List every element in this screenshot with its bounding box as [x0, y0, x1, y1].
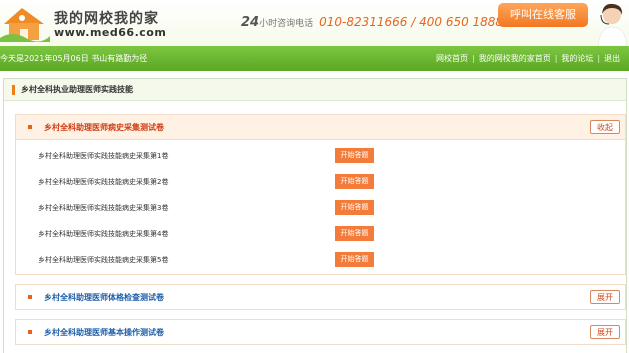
quiz-name: 乡村全科助理医师实践技能病史采集第2卷: [38, 178, 169, 186]
section-title[interactable]: 乡村全科助理医师病史采集测试卷: [44, 115, 164, 140]
quiz-name: 乡村全科助理医师实践技能病史采集第3卷: [38, 204, 169, 212]
nav-separator: |: [554, 54, 558, 63]
house-logo-icon[interactable]: [0, 2, 50, 42]
hotline-label: 小时咨询电话: [259, 19, 314, 29]
section-header[interactable]: 乡村全科助理医师病史采集测试卷 收起: [16, 115, 625, 140]
section-basic-operation: 乡村全科助理医师基本操作测试卷 展开: [15, 319, 626, 345]
page-title-bar: 乡村全科执业助理医师实践技能: [4, 79, 626, 101]
section-physical-exam: 乡村全科助理医师体格检查测试卷 展开: [15, 284, 626, 310]
start-quiz-button[interactable]: 开始答题: [335, 148, 374, 163]
hotline: 24小时咨询电话 010-82311666 / 400 650 1888: [241, 15, 503, 30]
expand-button[interactable]: 展开: [590, 325, 620, 339]
section-title[interactable]: 乡村全科助理医师体格检查测试卷: [44, 285, 164, 310]
start-quiz-button[interactable]: 开始答题: [335, 174, 374, 189]
nav-link-forum[interactable]: 我的论坛: [561, 54, 593, 63]
logo-title[interactable]: 我的网校我的家: [54, 8, 159, 28]
bullet-icon: [28, 295, 32, 299]
nav-links: 网校首页 | 我的网校我的家首页 | 我的论坛 | 退出: [436, 46, 620, 71]
section-title[interactable]: 乡村全科助理医师基本操作测试卷: [44, 320, 164, 345]
nav-link-logout[interactable]: 退出: [604, 54, 620, 63]
section-header[interactable]: 乡村全科助理医师基本操作测试卷 展开: [16, 320, 625, 345]
nav-separator: |: [472, 54, 475, 63]
nav-link-my-school-home[interactable]: 我的网校我的家首页: [479, 54, 551, 63]
title-marker: [12, 85, 15, 95]
top-navbar: 今天是2021年05月06日 书山有路勤为径 网校首页 | 我的网校我的家首页 | 我的…: [0, 46, 629, 71]
quiz-row: 乡村全科助理医师实践技能病史采集第4卷 开始答题: [16, 221, 625, 247]
quiz-name: 乡村全科助理医师实践技能病史采集第5卷: [38, 256, 169, 264]
page-title: 乡村全科执业助理医师实践技能: [21, 85, 133, 94]
collapse-button[interactable]: 收起: [590, 120, 620, 134]
quiz-row: 乡村全科助理医师实践技能病史采集第3卷 开始答题: [16, 195, 625, 221]
online-service-button[interactable]: 呼叫在线客服: [498, 3, 588, 27]
date-motto: 今天是2021年05月06日 书山有路勤为径: [0, 54, 148, 63]
section-header[interactable]: 乡村全科助理医师体格检查测试卷 展开: [16, 285, 625, 310]
quiz-row: 乡村全科助理医师实践技能病史采集第2卷 开始答题: [16, 169, 625, 195]
section-medical-history: 乡村全科助理医师病史采集测试卷 收起 乡村全科助理医师实践技能病史采集第1卷 开…: [15, 114, 626, 275]
quiz-name: 乡村全科助理医师实践技能病史采集第1卷: [38, 152, 169, 160]
expand-button[interactable]: 展开: [590, 290, 620, 304]
start-quiz-button[interactable]: 开始答题: [335, 200, 374, 215]
start-quiz-button[interactable]: 开始答题: [335, 226, 374, 241]
quiz-name: 乡村全科助理医师实践技能病史采集第4卷: [38, 230, 169, 238]
hotline-numbers: 010-82311666 / 400 650 1888: [319, 15, 504, 29]
customer-service-avatar-icon: [597, 3, 628, 46]
site-header: 我的网校我的家 www.med66.com 24小时咨询电话 010-823116…: [0, 0, 629, 46]
main-panel: 乡村全科执业助理医师实践技能 乡村全科助理医师病史采集测试卷 收起 乡村全科助理…: [3, 78, 627, 353]
hotline-prefix: 24: [241, 15, 260, 30]
quiz-row: 乡村全科助理医师实践技能病史采集第5卷 开始答题: [16, 247, 625, 273]
start-quiz-button[interactable]: 开始答题: [335, 252, 374, 267]
nav-separator: |: [597, 54, 601, 63]
nav-link-home[interactable]: 网校首页: [436, 54, 468, 63]
quiz-row: 乡村全科助理医师实践技能病史采集第1卷 开始答题: [16, 143, 625, 169]
logo-url[interactable]: www.med66.com: [54, 26, 166, 39]
bullet-icon: [28, 125, 32, 129]
bullet-icon: [28, 330, 32, 334]
